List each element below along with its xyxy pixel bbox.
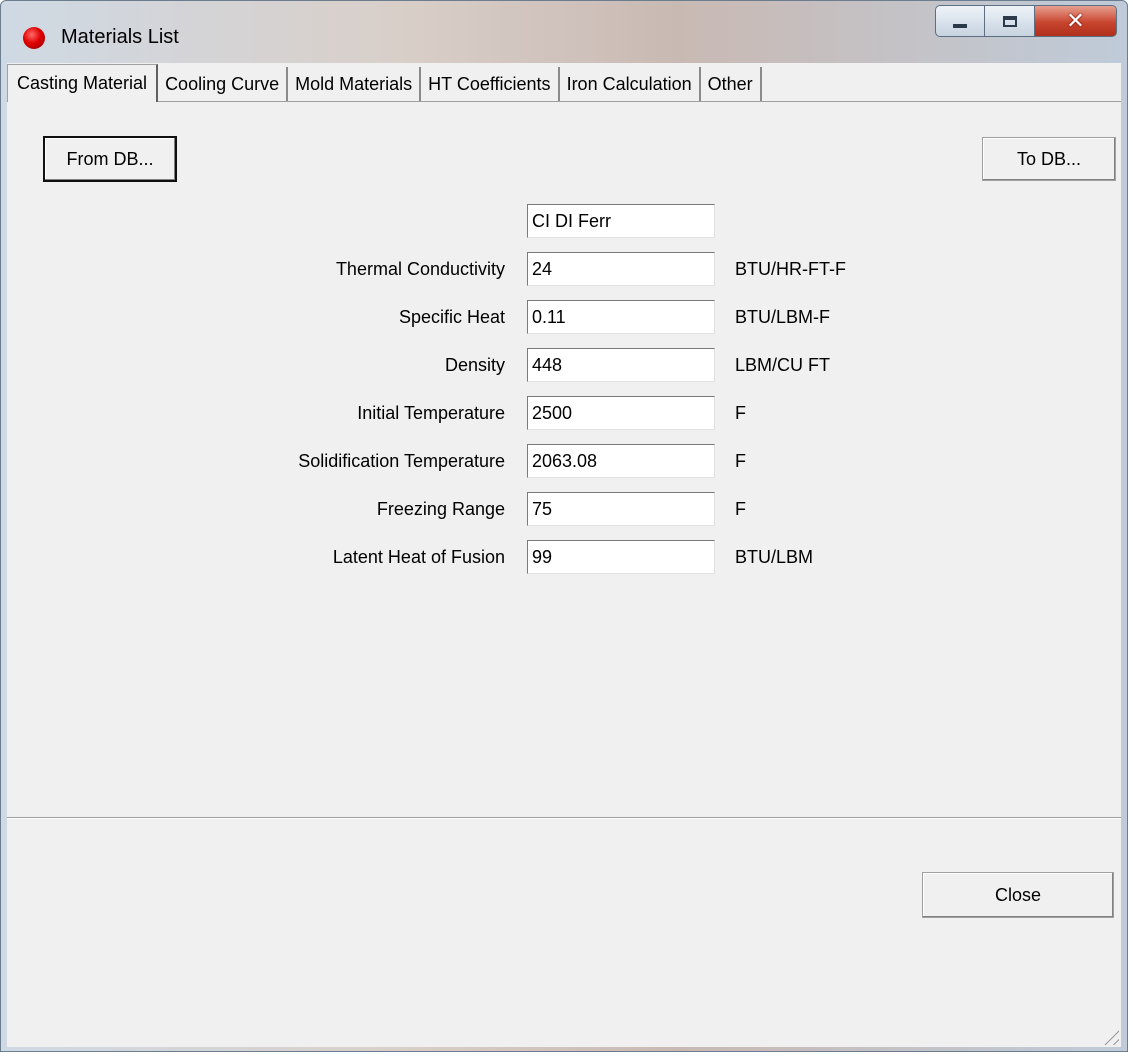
density-field[interactable] [527,348,715,382]
tab-cooling-curve[interactable]: Cooling Curve [158,67,289,101]
property-row: Density LBM/CU FT [7,348,1121,382]
to-db-button[interactable]: To DB... [982,137,1116,181]
solidification-temperature-field[interactable] [527,444,715,478]
specific-heat-field[interactable] [527,300,715,334]
latent-heat-field[interactable] [527,540,715,574]
initial-temperature-field[interactable] [527,396,715,430]
from-db-button[interactable]: From DB... [43,136,177,182]
material-name-row [7,204,1121,238]
footer-divider [7,817,1121,819]
thermal-conductivity-label: Thermal Conductivity [335,259,505,279]
minimize-icon [953,24,967,28]
app-icon [23,27,45,49]
solidification-temperature-unit: F [735,451,746,471]
tab-other[interactable]: Other [701,67,762,101]
property-row: Solidification Temperature F [7,444,1121,478]
dialog-body: Casting Material Cooling Curve Mold Mate… [7,63,1121,1047]
freezing-range-field[interactable] [527,492,715,526]
maximize-button[interactable] [985,5,1035,37]
tab-iron-calculation[interactable]: Iron Calculation [560,67,701,101]
minimize-button[interactable] [935,5,985,37]
property-row: Specific Heat BTU/LBM-F [7,300,1121,334]
tab-casting-material[interactable]: Casting Material [7,64,159,102]
specific-heat-unit: BTU/LBM-F [735,307,831,327]
initial-temperature-unit: F [735,403,746,423]
density-unit: LBM/CU FT [735,355,831,375]
tab-ht-coefficients[interactable]: HT Coefficients [421,67,560,101]
thermal-conductivity-field[interactable] [527,252,715,286]
window-title: Materials List [61,26,179,48]
materials-list-window: Materials List ✕ Casting Material Coolin… [0,0,1128,1052]
latent-heat-label: Latent Heat of Fusion [332,547,505,567]
property-row: Thermal Conductivity BTU/HR-FT-F [7,252,1121,286]
maximize-icon [1002,15,1017,27]
casting-material-panel: From DB... To DB... Thermal Conductivity… [7,102,1121,1047]
latent-heat-unit: BTU/LBM [735,547,814,567]
property-row: Latent Heat of Fusion BTU/LBM [7,540,1121,574]
property-row: Freezing Range F [7,492,1121,526]
window-controls: ✕ [935,5,1117,39]
property-row: Initial Temperature F [7,396,1121,430]
title-bar[interactable]: Materials List ✕ [1,1,1127,63]
thermal-conductivity-unit: BTU/HR-FT-F [735,259,846,279]
window-close-button[interactable]: ✕ [1035,5,1117,37]
freezing-range-unit: F [735,499,746,519]
freezing-range-label: Freezing Range [376,499,505,519]
close-icon: ✕ [1066,8,1085,34]
tab-strip: Casting Material Cooling Curve Mold Mate… [7,63,1121,102]
solidification-temperature-label: Solidification Temperature [298,451,505,471]
close-button[interactable]: Close [922,872,1114,918]
initial-temperature-label: Initial Temperature [357,403,505,423]
tab-mold-materials[interactable]: Mold Materials [288,67,422,101]
material-name-field[interactable] [527,204,715,238]
density-label: Density [444,355,505,375]
specific-heat-label: Specific Heat [398,307,505,327]
